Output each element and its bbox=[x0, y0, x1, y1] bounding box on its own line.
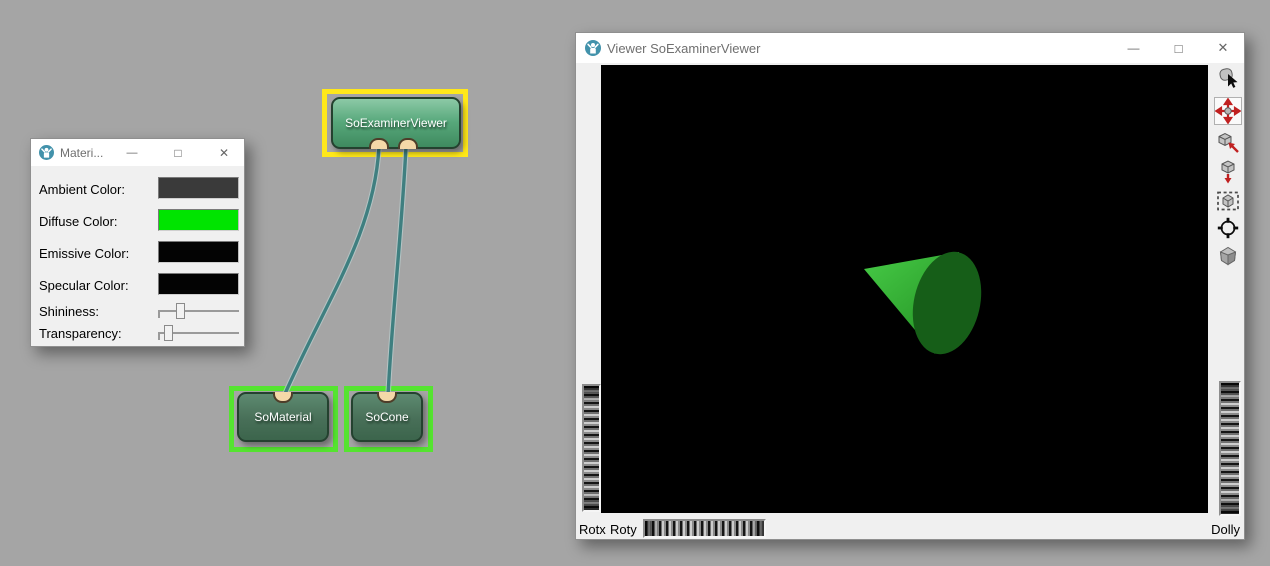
close-button[interactable]: ✕ bbox=[209, 139, 239, 166]
shininess-label: Shininess: bbox=[39, 304, 99, 319]
rotx-thumbwheel[interactable] bbox=[582, 384, 601, 512]
seek-button[interactable] bbox=[1214, 214, 1242, 242]
specular-color-label: Specular Color: bbox=[39, 278, 129, 293]
output-port-cone[interactable] bbox=[398, 138, 418, 149]
dolly-label: Dolly bbox=[1211, 522, 1240, 537]
connection-material-halo bbox=[284, 147, 379, 396]
emissive-color-swatch[interactable] bbox=[158, 241, 239, 263]
node-so-material[interactable]: SoMaterial bbox=[237, 392, 329, 442]
camera-type-button[interactable] bbox=[1214, 242, 1242, 270]
input-port[interactable] bbox=[377, 392, 397, 403]
node-label: SoMaterial bbox=[254, 410, 311, 424]
emissive-color-label: Emissive Color: bbox=[39, 246, 129, 261]
ambient-color-swatch[interactable] bbox=[158, 177, 239, 199]
close-button[interactable]: ✕ bbox=[1201, 33, 1245, 63]
maximize-button[interactable]: □ bbox=[163, 139, 193, 166]
shininess-slider-handle[interactable] bbox=[176, 303, 185, 319]
inventor-logo-icon bbox=[585, 40, 601, 56]
inventor-logo-icon bbox=[39, 145, 54, 160]
shininess-slider[interactable] bbox=[158, 302, 239, 320]
roty-label: Roty bbox=[610, 522, 637, 537]
render-viewport[interactable] bbox=[601, 65, 1208, 513]
connection-viewer-to-material[interactable] bbox=[284, 147, 379, 396]
home-icon bbox=[1215, 129, 1241, 155]
pick-mode-icon bbox=[1215, 65, 1241, 91]
set-home-icon bbox=[1215, 158, 1241, 184]
rendered-cone bbox=[601, 65, 1208, 513]
input-port[interactable] bbox=[273, 392, 293, 403]
examiner-viewer-window: Viewer SoExaminerViewer — □ ✕ bbox=[575, 32, 1245, 540]
material-window-title: Materi... bbox=[60, 146, 103, 160]
transparency-label: Transparency: bbox=[39, 326, 122, 341]
scene-graph-canvas: SoExaminerViewer SoMaterial SoCone Mater… bbox=[0, 0, 1270, 566]
viewer-window-title: Viewer SoExaminerViewer bbox=[607, 41, 760, 56]
node-label: SoCone bbox=[365, 410, 408, 424]
view-mode-button[interactable] bbox=[1214, 97, 1242, 125]
minimize-button[interactable]: — bbox=[1111, 33, 1156, 63]
seek-icon bbox=[1215, 215, 1241, 241]
connection-cone-halo bbox=[388, 147, 406, 396]
material-editor-window: Materi... — □ ✕ Ambient Color: Diffuse C… bbox=[30, 138, 245, 347]
set-home-button[interactable] bbox=[1214, 157, 1242, 185]
camera-type-icon bbox=[1215, 243, 1241, 269]
transparency-slider[interactable] bbox=[158, 324, 239, 342]
output-port-material[interactable] bbox=[369, 138, 389, 149]
diffuse-color-label: Diffuse Color: bbox=[39, 214, 118, 229]
pick-mode-button[interactable] bbox=[1214, 64, 1242, 92]
connection-viewer-to-cone[interactable] bbox=[388, 147, 406, 396]
minimize-button[interactable]: — bbox=[117, 139, 147, 166]
view-mode-icon bbox=[1215, 98, 1241, 124]
view-all-button[interactable] bbox=[1214, 187, 1242, 215]
diffuse-color-swatch[interactable] bbox=[158, 209, 239, 231]
maximize-button[interactable]: □ bbox=[1156, 33, 1201, 63]
slider-track bbox=[158, 310, 239, 312]
transparency-slider-handle[interactable] bbox=[164, 325, 173, 341]
roty-thumbwheel[interactable] bbox=[643, 519, 766, 538]
node-so-cone[interactable]: SoCone bbox=[351, 392, 423, 442]
home-button[interactable] bbox=[1214, 128, 1242, 156]
node-so-examiner-viewer[interactable]: SoExaminerViewer bbox=[331, 97, 461, 149]
view-all-icon bbox=[1215, 188, 1241, 214]
specular-color-swatch[interactable] bbox=[158, 273, 239, 295]
ambient-color-label: Ambient Color: bbox=[39, 182, 125, 197]
node-label: SoExaminerViewer bbox=[345, 116, 447, 130]
rotx-label: Rotx bbox=[579, 522, 606, 537]
dolly-thumbwheel[interactable] bbox=[1219, 381, 1241, 516]
